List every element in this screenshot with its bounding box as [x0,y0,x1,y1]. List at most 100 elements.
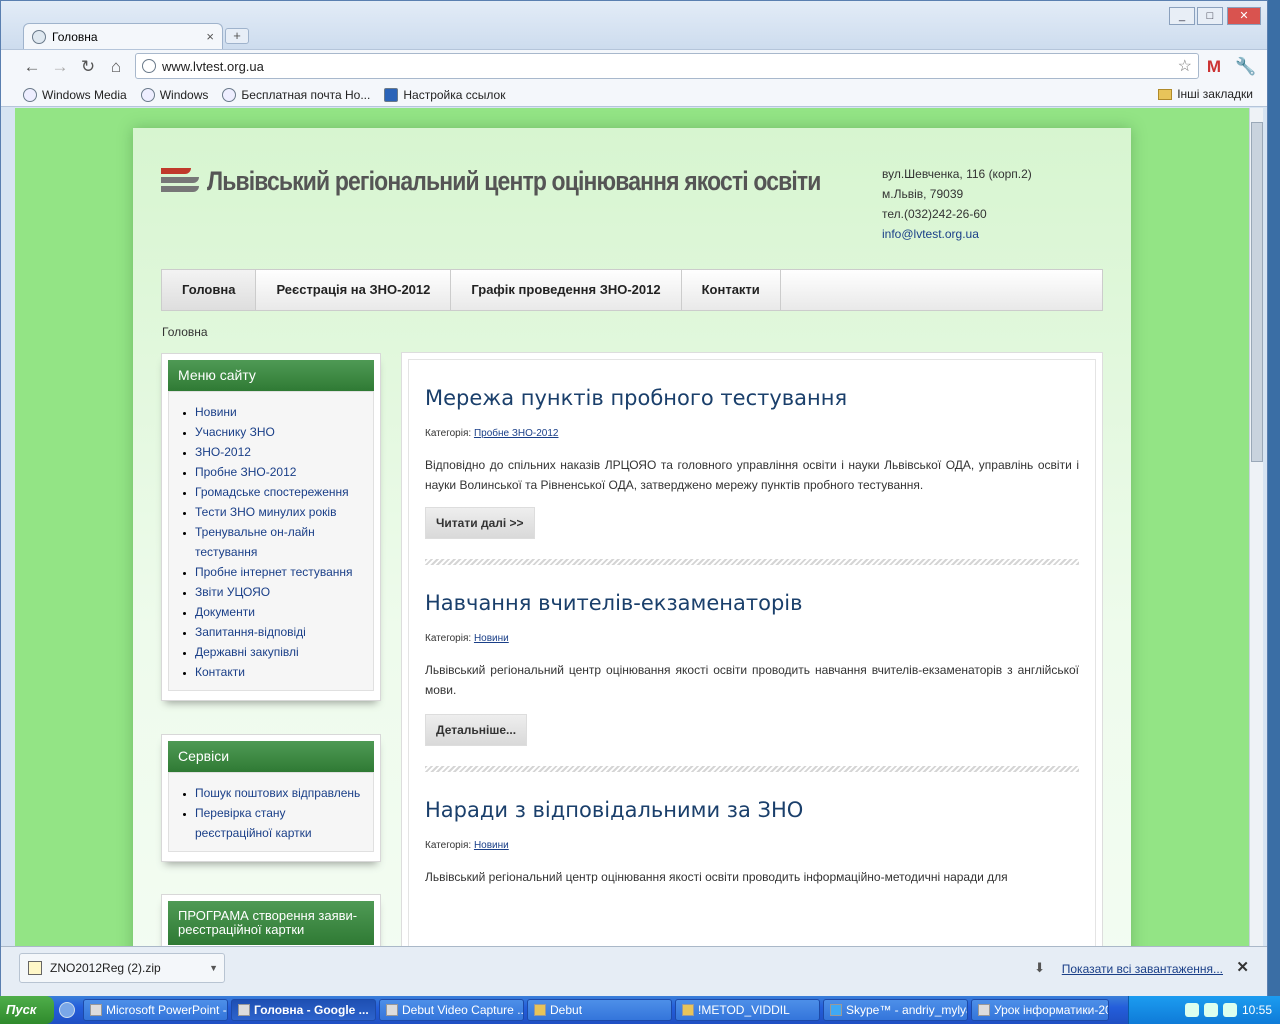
sidebar-item-procurement[interactable]: Державні закупівлі [195,642,363,662]
services-box: Сервіси Пошук поштових відправлень Перев… [161,734,381,862]
breadcrumb: Головна [162,325,208,339]
back-icon[interactable]: ← [21,57,43,77]
details-button[interactable]: Детальніше... [425,714,528,746]
task-skype[interactable]: Skype™ - andriy_mylya... [823,999,968,1021]
sidebar-item-faq[interactable]: Запитання-відповіді [195,622,363,642]
chevron-down-icon[interactable]: ▼ [209,963,218,973]
bookmark-link-settings[interactable]: Настройка ссылок [384,87,505,102]
service-card-status[interactable]: Перевірка стану реєстраційної картки [195,803,363,843]
bookmark-label: Windows Media [42,87,127,102]
globe-icon [140,87,155,102]
browser-window: Головна × + _ □ ✕ ← → ↻ ⌂ www.lvtest.org… [0,0,1268,997]
category-link[interactable]: Новини [474,633,509,644]
post: Навчання вчителів-екзаменаторів Категорі… [425,591,1079,772]
site-name: Львівський регіональний центр оцінювання… [207,165,821,196]
zip-file-icon [28,961,42,975]
close-icon[interactable]: ✕ [1236,958,1249,976]
post-text: Львівський регіональний центр оцінювання… [425,870,1008,884]
tray-icon[interactable] [1184,1003,1199,1017]
task-word[interactable]: Урок інформатики-20... [971,999,1109,1021]
sidebar-item-trial-zno[interactable]: Пробне ЗНО-2012 [195,462,363,482]
sidebar-item-documents[interactable]: Документи [195,602,363,622]
menu-home[interactable]: Головна [162,270,257,310]
category-link[interactable]: Новини [474,840,509,851]
minimize-button[interactable]: _ [1169,7,1195,25]
post-title[interactable]: Мережа пунктів пробного тестування [425,386,1079,410]
post: Наради з відповідальними за ЗНО Категорі… [425,798,1079,887]
task-label: Урок інформатики-20... [994,1003,1109,1017]
sidebar-item-contacts[interactable]: Контакти [195,662,363,682]
task-metod-folder[interactable]: !METOD_VIDDIL [675,999,820,1021]
box-title: Меню сайту [168,360,374,391]
category-link[interactable]: Пробне ЗНО-2012 [474,428,559,439]
box-title[interactable]: ПРОГРАМА створення заяви-реєстраційної к… [168,901,374,945]
sidebar-item-participant[interactable]: Учаснику ЗНО [195,422,363,442]
page-scrollbar[interactable] [1249,108,1263,946]
downloads-bar: ZNO2012Reg (2).zip ▼ ⬇ Показати всі зава… [1,946,1267,997]
category-label: Категорія: [425,633,472,644]
tray-icon[interactable] [1203,1003,1218,1017]
download-item[interactable]: ZNO2012Reg (2).zip ▼ [19,953,225,983]
folder-icon [534,1004,546,1016]
clock: 10:55 [1241,1003,1272,1017]
sidebar-item-online-training[interactable]: Тренувальне он-лайн тестування [195,522,363,562]
task-debut-capture[interactable]: Debut Video Capture ... [379,999,524,1021]
sidebar-item-reports[interactable]: Звіти УЦОЯО [195,582,363,602]
email-link[interactable]: info@lvtest.org.ua [882,227,979,241]
post-title[interactable]: Навчання вчителів-екзаменаторів [425,591,1079,615]
tray-icon[interactable] [1222,1003,1237,1017]
tab-close-icon[interactable]: × [206,29,214,44]
task-label: Microsoft PowerPoint -... [106,1003,228,1017]
phone-line: тел.(032)242-26-60 [882,207,987,221]
menu-schedule[interactable]: Графік проведення ЗНО-2012 [451,270,682,310]
menu-contacts[interactable]: Контакти [682,270,781,310]
read-more-button[interactable]: Читати далі >> [425,507,535,539]
address-bar[interactable]: www.lvtest.org.ua ☆ [135,53,1199,79]
download-filename: ZNO2012Reg (2).zip [50,961,161,975]
contact-block: вул.Шевченка, 116 (корп.2) м.Львів, 7903… [882,164,1032,244]
sidebar-item-news[interactable]: Новини [195,402,363,422]
bookmark-free-mail[interactable]: Бесплатная почта Но... [222,87,370,102]
post-title[interactable]: Наради з відповідальними за ЗНО [425,798,1079,822]
sidebar-item-internet-trial[interactable]: Пробне інтернет тестування [195,562,363,582]
sidebar-item-zno-2012[interactable]: ЗНО-2012 [195,442,363,462]
tab-active[interactable]: Головна × [23,23,223,49]
bookmark-windows[interactable]: Windows [140,87,209,102]
windows-logo-icon [23,87,37,102]
site-logo[interactable]: Львівський регіональний центр оцінювання… [161,162,929,200]
divider [425,559,1079,565]
quick-launch-ie-icon[interactable] [54,1000,80,1020]
box-title: Сервіси [168,741,374,772]
other-bookmarks-label: Інші закладки [1177,87,1253,101]
home-icon[interactable]: ⌂ [105,57,127,77]
globe-icon [222,87,237,102]
close-window-button[interactable]: ✕ [1227,7,1261,25]
task-powerpoint[interactable]: Microsoft PowerPoint -... [83,999,228,1021]
scrollbar-thumb[interactable] [1251,122,1263,462]
post-category: Категорія: Пробне ЗНО-2012 [425,428,1079,439]
service-mail-tracking[interactable]: Пошук поштових відправлень [195,783,363,803]
forward-icon[interactable]: → [49,57,71,77]
menu-registration[interactable]: Реєстрація на ЗНО-2012 [256,270,452,310]
gmail-icon[interactable]: M [1203,57,1225,77]
task-label: Debut Video Capture ... [402,1003,524,1017]
task-debut-folder[interactable]: Debut [527,999,672,1021]
bookmark-windows-media[interactable]: Windows Media [23,87,127,102]
start-button[interactable]: Пуск [0,996,54,1024]
other-bookmarks[interactable]: Інші закладки [1158,87,1253,101]
address-line: вул.Шевченка, 116 (корп.2) [882,167,1032,181]
city-line: м.Львів, 79039 [882,187,964,201]
powerpoint-icon [90,1004,102,1016]
sidebar-item-past-tests[interactable]: Тести ЗНО минулих років [195,502,363,522]
bookmark-label: Windows [159,87,209,102]
category-label: Категорія: [425,840,472,851]
wrench-icon[interactable]: 🔧 [1235,57,1257,77]
task-chrome[interactable]: Головна - Google ... [231,999,376,1021]
maximize-button[interactable]: □ [1197,7,1223,25]
reload-icon[interactable]: ↻ [77,57,99,77]
globe-icon [32,29,46,44]
sidebar-item-observation[interactable]: Громадське спостереження [195,482,363,502]
show-all-downloads-link[interactable]: Показати всі завантаження... [1062,962,1223,976]
new-tab-button[interactable]: + [225,28,249,44]
bookmark-star-icon[interactable]: ☆ [1178,56,1192,76]
